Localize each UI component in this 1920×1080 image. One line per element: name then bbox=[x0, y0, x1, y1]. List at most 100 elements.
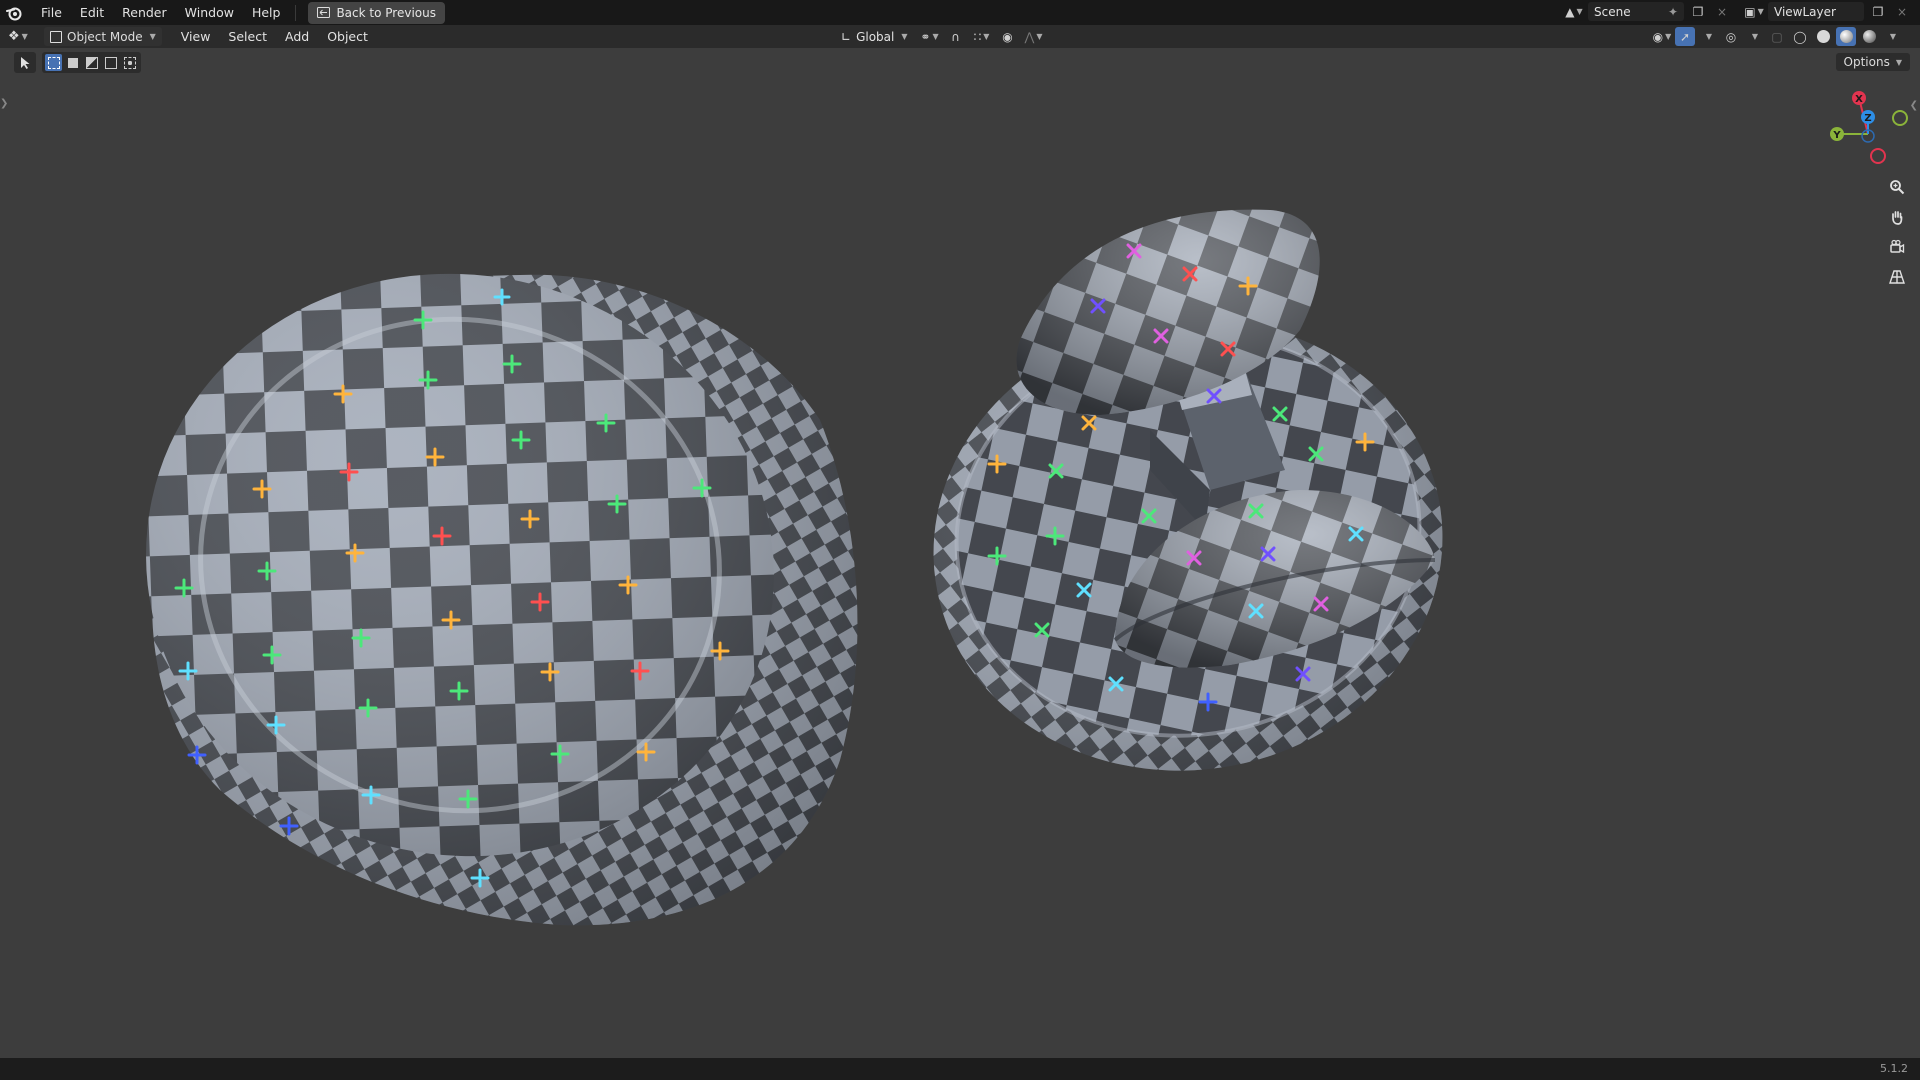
options-dropdown[interactable]: Options ▼ bbox=[1835, 53, 1910, 71]
object-mode-dropdown[interactable]: Object Mode ▼ bbox=[44, 27, 162, 46]
eye-icon: ◉ bbox=[1652, 29, 1664, 44]
chevron-down-icon: ▼ bbox=[1576, 7, 1583, 16]
blender-logo-icon[interactable] bbox=[6, 5, 22, 21]
transform-controls: ∟ Global ▼ ⚭ ▼ ∩ ∷ ▼ ◉ ⋀ ▼ bbox=[835, 27, 1044, 46]
gizmo-neg-x-handle[interactable] bbox=[1870, 148, 1886, 164]
overlays-icon: ◎ bbox=[1725, 29, 1737, 44]
select-cursor-icon bbox=[21, 56, 30, 69]
scene-name-field[interactable]: Scene ✦ bbox=[1588, 2, 1684, 21]
top-right-controls: ▲ ▼ Scene ✦ ❐ × ▣ ▼ ViewLayer ❐ × bbox=[1564, 2, 1912, 21]
xray-toggle[interactable]: ▢ bbox=[1767, 27, 1787, 46]
menu-file[interactable]: File bbox=[32, 2, 71, 23]
view-layer-icon: ▣ bbox=[1744, 4, 1756, 19]
shading-wireframe-button[interactable]: ◯ bbox=[1790, 27, 1810, 46]
object-visibility-dropdown[interactable]: ◉ ▼ bbox=[1652, 27, 1672, 46]
proportional-falloff-dropdown[interactable]: ⋀ ▼ bbox=[1024, 27, 1044, 46]
object-mode-icon bbox=[50, 30, 62, 43]
overlays-dropdown[interactable]: ▼ bbox=[1744, 27, 1764, 46]
orientation-label: Global bbox=[856, 29, 895, 44]
chevron-down-icon: ▼ bbox=[1036, 32, 1043, 41]
delete-scene-button[interactable]: × bbox=[1712, 2, 1732, 21]
menu-help[interactable]: Help bbox=[243, 2, 290, 23]
header-menu-select[interactable]: Select bbox=[219, 27, 276, 46]
delete-view-layer-button[interactable]: × bbox=[1892, 2, 1912, 21]
navigation-gizmo[interactable]: X Y Z bbox=[1815, 82, 1915, 172]
view-layer-selector-button[interactable]: ▣ ▼ bbox=[1744, 2, 1764, 21]
header-menu-add[interactable]: Add bbox=[276, 27, 318, 46]
shading-rendered-button[interactable] bbox=[1859, 27, 1879, 46]
solid-sphere-icon bbox=[1816, 30, 1830, 43]
gizmo-neg-y-handle[interactable] bbox=[1892, 110, 1908, 126]
scene-icon: ▲ bbox=[1565, 4, 1575, 19]
camera-icon bbox=[1890, 239, 1905, 254]
select-new-icon bbox=[47, 56, 60, 69]
gizmo-z-label: Z bbox=[1864, 113, 1871, 124]
gizmo-y-label: Y bbox=[1832, 130, 1841, 141]
select-invert-icon bbox=[104, 56, 117, 69]
falloff-curve-icon: ⋀ bbox=[1024, 29, 1035, 44]
back-button-label: Back to Previous bbox=[336, 5, 436, 20]
show-gizmo-toggle[interactable]: ➚ bbox=[1675, 27, 1695, 46]
pin-icon[interactable]: ✦ bbox=[1668, 5, 1678, 19]
pivot-point-icon: ⚭ bbox=[920, 29, 931, 44]
transform-orientation-dropdown[interactable]: ∟ Global ▼ bbox=[835, 27, 914, 46]
view-layer-name: ViewLayer bbox=[1774, 4, 1836, 19]
camera-view-button[interactable] bbox=[1884, 235, 1910, 259]
status-bar: 5.1.2 bbox=[0, 1058, 1920, 1080]
snap-toggle[interactable]: ∩ bbox=[946, 27, 966, 46]
hand-pan-icon bbox=[1892, 211, 1903, 225]
scene-selector-button[interactable]: ▲ ▼ bbox=[1564, 2, 1584, 21]
select-mode-new-button[interactable] bbox=[45, 54, 62, 71]
pan-button[interactable] bbox=[1884, 205, 1910, 229]
menu-edit[interactable]: Edit bbox=[71, 2, 113, 23]
shading-material-button[interactable] bbox=[1836, 27, 1856, 46]
duplicate-icon: ❐ bbox=[1692, 4, 1704, 19]
select-mode-subtract-button[interactable] bbox=[83, 54, 100, 71]
editor-type-selector[interactable]: ❖ ▼ bbox=[8, 29, 44, 44]
select-mode-extend-button[interactable] bbox=[64, 54, 81, 71]
view-layer-field[interactable]: ViewLayer bbox=[1768, 2, 1864, 21]
orientation-axes-icon: ∟ bbox=[841, 29, 852, 44]
wireframe-sphere-icon: ◯ bbox=[1793, 29, 1807, 44]
new-scene-button[interactable]: ❐ bbox=[1688, 2, 1708, 21]
navigation-tools bbox=[1884, 175, 1910, 289]
duplicate-icon: ❐ bbox=[1872, 4, 1884, 19]
material-sphere-icon bbox=[1839, 30, 1853, 43]
show-overlays-toggle[interactable]: ◎ bbox=[1721, 27, 1741, 46]
scene-name: Scene bbox=[1594, 4, 1631, 19]
select-mode-invert-button[interactable] bbox=[102, 54, 119, 71]
mode-label: Object Mode bbox=[67, 29, 143, 44]
tool-settings-row bbox=[14, 52, 141, 73]
back-to-previous-button[interactable]: Back to Previous bbox=[308, 1, 445, 24]
pivot-point-dropdown[interactable]: ⚭ ▼ bbox=[920, 27, 940, 46]
shading-options-dropdown[interactable]: ▼ bbox=[1882, 27, 1902, 46]
header-menu-view[interactable]: View bbox=[172, 27, 220, 46]
chevron-down-icon: ▼ bbox=[1757, 7, 1764, 16]
menu-window[interactable]: Window bbox=[176, 2, 243, 23]
select-mode-intersect-button[interactable] bbox=[121, 54, 138, 71]
close-icon: × bbox=[1716, 4, 1728, 19]
viewport-display-controls: ◉ ▼ ➚ ▼ ◎ ▼ ▢ ◯ ▼ bbox=[1652, 27, 1902, 46]
chevron-down-icon: ▼ bbox=[21, 32, 28, 41]
header-menu-object[interactable]: Object bbox=[318, 27, 377, 46]
select-intersect-icon bbox=[123, 56, 136, 69]
perspective-toggle-button[interactable] bbox=[1884, 265, 1910, 289]
chevron-down-icon: ▼ bbox=[1705, 32, 1713, 41]
version-label: 5.1.2 bbox=[1880, 1062, 1908, 1075]
snap-grid-icon: ∷ bbox=[973, 29, 982, 44]
proportional-editing-toggle[interactable]: ◉ bbox=[998, 27, 1018, 46]
new-view-layer-button[interactable]: ❐ bbox=[1868, 2, 1888, 21]
snap-target-dropdown[interactable]: ∷ ▼ bbox=[972, 27, 992, 46]
zoom-button[interactable] bbox=[1884, 175, 1910, 199]
chevron-down-icon: ▼ bbox=[901, 32, 908, 41]
shading-solid-button[interactable] bbox=[1813, 27, 1833, 46]
gizmo-dropdown[interactable]: ▼ bbox=[1698, 27, 1718, 46]
menu-render[interactable]: Render bbox=[113, 2, 176, 23]
chevron-down-icon: ▼ bbox=[149, 32, 156, 41]
toolbar-expand-arrow-icon[interactable]: ❯ bbox=[0, 98, 8, 109]
active-tool-button[interactable] bbox=[14, 52, 36, 73]
3d-viewport-editor-icon: ❖ bbox=[8, 29, 20, 44]
xray-icon: ▢ bbox=[1771, 29, 1783, 44]
options-label: Options bbox=[1843, 55, 1890, 69]
3d-viewport[interactable] bbox=[0, 48, 1920, 1058]
